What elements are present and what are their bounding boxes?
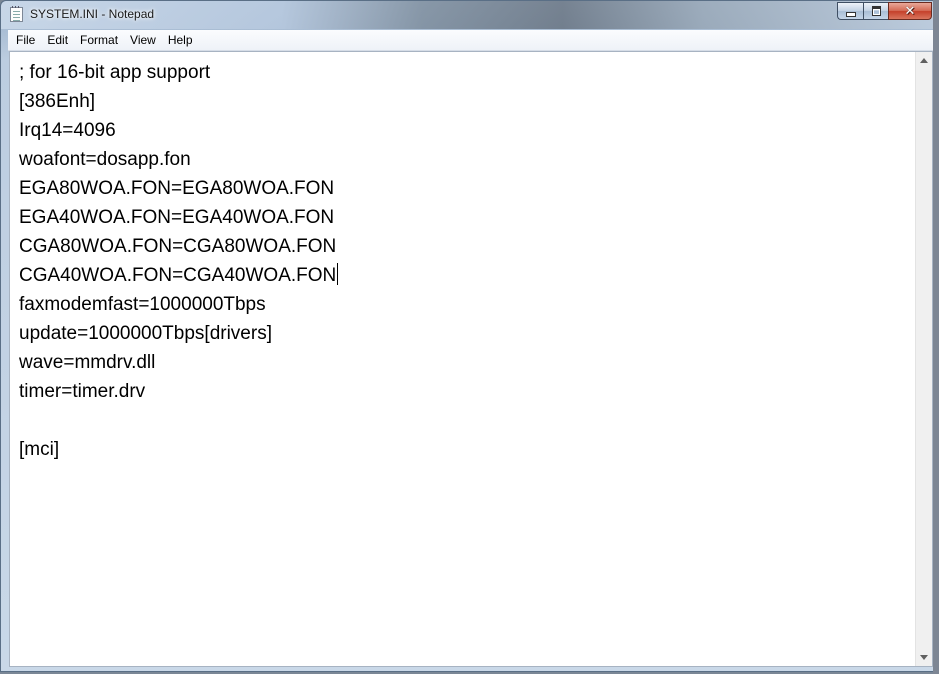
menu-edit[interactable]: Edit [41, 30, 74, 50]
text-line[interactable] [19, 406, 909, 435]
menu-file[interactable]: File [8, 30, 41, 50]
maximize-icon [871, 6, 881, 16]
title-bar[interactable]: SYSTEM.INI - Notepad ✕ [1, 1, 937, 29]
text-line-content: woafont=dosapp.fon [19, 149, 191, 170]
text-line-content: update=1000000Tbps[drivers] [19, 323, 272, 344]
text-line[interactable]: faxmodemfast=1000000Tbps [19, 290, 909, 319]
scroll-up-arrow-icon[interactable] [920, 58, 928, 63]
menu-bar: File Edit Format View Help [8, 30, 933, 51]
text-line-content: EGA80WOA.FON=EGA80WOA.FON [19, 178, 335, 199]
scroll-down-arrow-icon[interactable] [920, 655, 928, 660]
menu-view[interactable]: View [124, 30, 162, 50]
text-editor[interactable]: ; for 16-bit app support [386Enh] Irq14=40… [9, 51, 933, 667]
text-line-content: faxmodemfast=1000000Tbps [19, 294, 266, 315]
text-line[interactable]: [mci] [19, 435, 909, 464]
vertical-scrollbar[interactable] [915, 52, 932, 666]
text-line[interactable]: CGA80WOA.FON=CGA80WOA.FON [19, 232, 909, 261]
menu-format[interactable]: Format [74, 30, 124, 50]
text-line-content: EGA40WOA.FON=EGA40WOA.FON [19, 207, 335, 228]
minimize-icon [845, 11, 856, 17]
maximize-button[interactable] [863, 2, 888, 20]
text-caret [337, 263, 339, 285]
text-line-content: CGA80WOA.FON=CGA80WOA.FON [19, 236, 337, 257]
close-button[interactable]: ✕ [888, 2, 932, 20]
text-line[interactable]: EGA80WOA.FON=EGA80WOA.FON [19, 174, 909, 203]
notepad-window: SYSTEM.INI - Notepad ✕ File Edit Format … [0, 0, 938, 672]
text-line-content: CGA40WOA.FON=CGA40WOA.FON [19, 265, 337, 286]
text-line[interactable]: [386Enh] [19, 87, 909, 116]
text-line[interactable]: woafont=dosapp.fon [19, 145, 909, 174]
desktop-background-edge [933, 0, 939, 674]
text-line-content: timer=timer.drv [19, 381, 146, 402]
text-line[interactable]: CGA40WOA.FON=CGA40WOA.FON [19, 261, 909, 290]
minimize-button[interactable] [837, 2, 863, 20]
close-icon: ✕ [904, 3, 916, 19]
text-line[interactable]: ; for 16-bit app support [19, 58, 909, 87]
notepad-icon[interactable] [10, 6, 23, 22]
caption-buttons: ✕ [837, 2, 932, 20]
text-line-content: wave=mmdrv.dll [19, 352, 156, 373]
text-line-content: Irq14=4096 [19, 120, 116, 141]
menu-help[interactable]: Help [162, 30, 199, 50]
text-line[interactable]: update=1000000Tbps[drivers] [19, 319, 909, 348]
text-line-content: [mci] [19, 439, 60, 460]
window-title: SYSTEM.INI - Notepad [30, 7, 155, 21]
text-line-content: [386Enh] [19, 91, 96, 112]
text-line[interactable]: timer=timer.drv [19, 377, 909, 406]
text-area[interactable]: ; for 16-bit app support [386Enh] Irq14=40… [19, 58, 909, 658]
text-line[interactable]: EGA40WOA.FON=EGA40WOA.FON [19, 203, 909, 232]
text-line[interactable]: wave=mmdrv.dll [19, 348, 909, 377]
text-line[interactable]: Irq14=4096 [19, 116, 909, 145]
text-line-content: ; for 16-bit app support [19, 62, 211, 83]
